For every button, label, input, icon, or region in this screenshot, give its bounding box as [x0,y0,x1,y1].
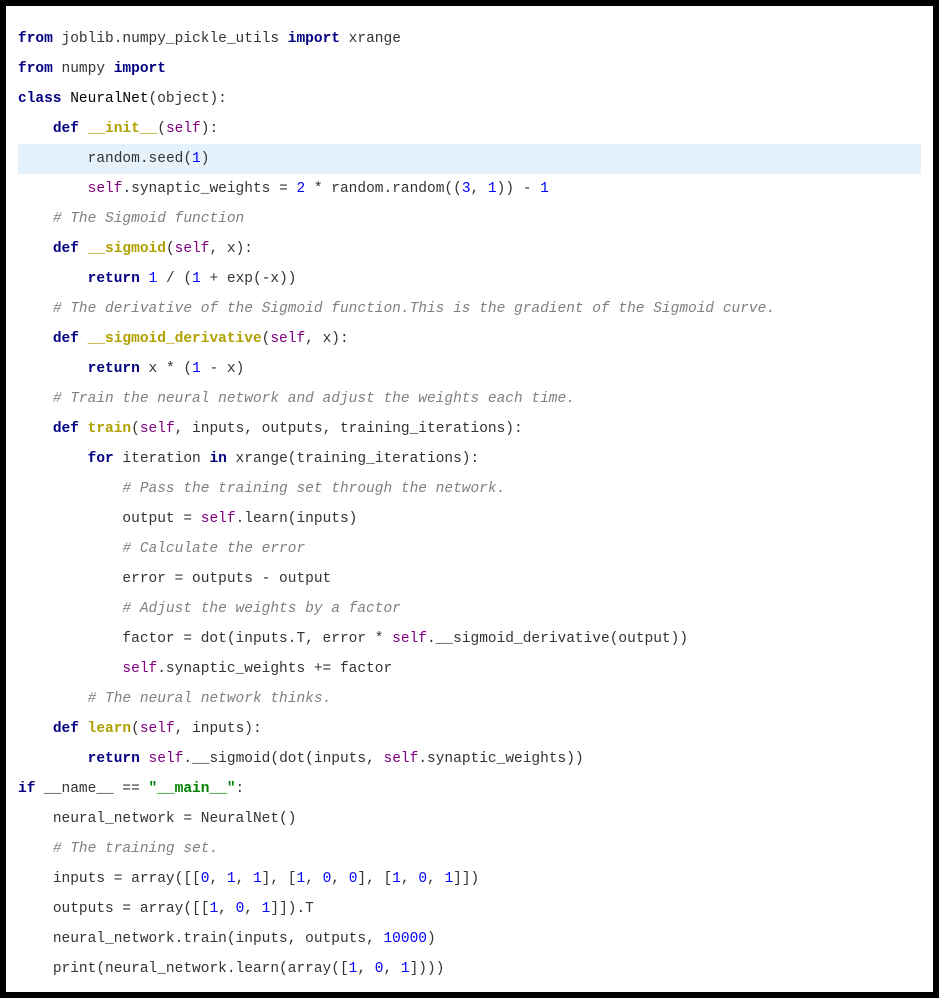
code-line: neural_network = NeuralNet() [18,804,921,834]
code-line: return 1 / (1 + exp(-x)) [18,264,921,294]
code-line: for iteration in xrange(training_iterati… [18,444,921,474]
code-line: from numpy import [18,54,921,84]
keyword-import: import [288,31,340,47]
code-line: class NeuralNet(object): [18,84,921,114]
code-line: # The Sigmoid function [18,204,921,234]
code-line: def train(self, inputs, outputs, trainin… [18,414,921,444]
code-line: output = self.learn(inputs) [18,504,921,534]
code-line: return self.__sigmoid(dot(inputs, self.s… [18,744,921,774]
code-line: inputs = array([[0, 1, 1], [1, 0, 0], [1… [18,864,921,894]
code-line: neural_network.train(inputs, outputs, 10… [18,924,921,954]
code-line: # Pass the training set through the netw… [18,474,921,504]
code-line: # Calculate the error [18,534,921,564]
keyword-from: from [18,31,53,47]
code-line: return x * (1 - x) [18,354,921,384]
code-line-highlighted: random.seed(1) [18,144,921,174]
code-line: def __sigmoid_derivative(self, x): [18,324,921,354]
code-line: def __sigmoid(self, x): [18,234,921,264]
code-line: # The neural network thinks. [18,684,921,714]
code-line: # The training set. [18,834,921,864]
code-line: print(neural_network.learn(array([1, 0, … [18,954,921,984]
code-line: self.synaptic_weights = 2 * random.rando… [18,174,921,204]
code-line: if __name__ == "__main__": [18,774,921,804]
code-line: # The derivative of the Sigmoid function… [18,294,921,324]
code-line: # Adjust the weights by a factor [18,594,921,624]
code-line: def __init__(self): [18,114,921,144]
code-editor: from joblib.numpy_pickle_utils import xr… [6,6,933,992]
code-line: factor = dot(inputs.T, error * self.__si… [18,624,921,654]
code-line: self.synaptic_weights += factor [18,654,921,684]
code-line: error = outputs - output [18,564,921,594]
code-line: from joblib.numpy_pickle_utils import xr… [18,24,921,54]
code-line: outputs = array([[1, 0, 1]]).T [18,894,921,924]
code-line: # Train the neural network and adjust th… [18,384,921,414]
code-line: def learn(self, inputs): [18,714,921,744]
